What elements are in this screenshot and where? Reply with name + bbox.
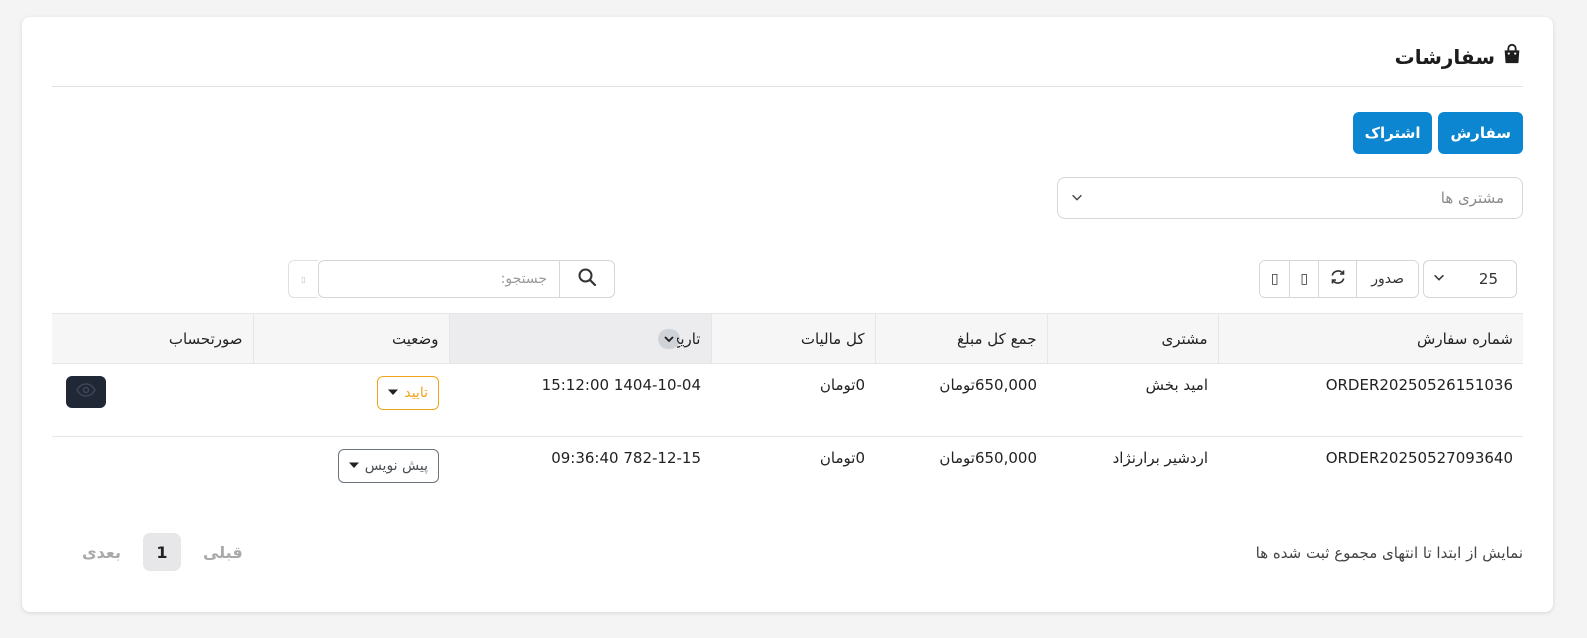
column-toggle-button[interactable]: ▯ <box>1289 261 1319 297</box>
table-actions-group: صدور ▯ ▯ <box>1259 260 1419 298</box>
table-info-text: نمایش از ابتدا تا انتهای مجموع ثبت شده ه… <box>1255 544 1523 562</box>
page-size-value: 25 <box>1478 270 1498 288</box>
print-button[interactable]: ▯ <box>1260 261 1290 297</box>
page-title-text: سفارشات <box>1394 44 1495 69</box>
order-number-cell: ORDER20250527093640 <box>1325 449 1513 467</box>
invoice-cell <box>52 437 253 510</box>
table-toolbar: 25 صدور ▯ ▯ <box>1259 260 1517 298</box>
search-extra-button[interactable]: ▯ <box>288 260 318 298</box>
column-header-total-tax[interactable]: کل مالیات <box>710 313 875 364</box>
shopping-bag-icon <box>1501 43 1523 70</box>
refresh-button[interactable] <box>1318 261 1357 297</box>
status-label: پیش نویس <box>364 458 428 474</box>
eye-icon <box>76 383 96 401</box>
column-header-customer[interactable]: مشتری <box>1046 313 1218 364</box>
status-dropdown-button[interactable]: تایید <box>377 376 439 410</box>
placeholder-glyph-icon: ▯ <box>301 274 306 284</box>
customer-filter-placeholder: مشتری ها <box>1440 189 1504 207</box>
column-header-status[interactable]: وضعیت <box>252 313 449 364</box>
column-header-order-number[interactable]: شماره سفارش <box>1217 313 1523 364</box>
view-invoice-button[interactable] <box>66 376 106 408</box>
customer-filter-select[interactable]: مشتری ها <box>1057 177 1523 219</box>
table-search: ▯ <box>288 260 615 298</box>
prev-page-button[interactable]: قبلی <box>203 543 243 562</box>
date-cell: 1404-10-04 15:12:00 <box>449 363 711 437</box>
total-tax-cell: 0تومان <box>819 449 865 467</box>
column-header-date[interactable]: تاریخ <box>448 313 711 364</box>
invoice-cell <box>52 363 253 437</box>
placeholder-glyph-icon: ▯ <box>1300 271 1309 287</box>
orders-table: شماره سفارش مشتری جمع کل مبلغ کل مالیات … <box>52 313 1523 510</box>
total-amount-cell: 650,000تومان <box>875 363 1047 437</box>
chevron-down-icon <box>1070 189 1084 208</box>
search-input[interactable] <box>318 260 559 298</box>
refresh-icon <box>1330 269 1346 289</box>
caret-down-icon <box>388 385 399 401</box>
subscription-tab-button[interactable]: اشتراک <box>1352 112 1433 154</box>
search-icon <box>577 267 597 291</box>
status-cell: پیش نویس <box>253 437 449 510</box>
page-title: سفارشات <box>1395 43 1523 70</box>
next-page-button[interactable]: بعدی <box>82 543 121 562</box>
status-label: تایید <box>404 385 428 401</box>
column-header-date-label: تاریخ <box>677 329 701 348</box>
total-tax-cell: 0تومان <box>711 363 875 437</box>
placeholder-glyph-icon: ▯ <box>1270 271 1279 287</box>
caret-down-icon <box>348 458 359 474</box>
customer-cell: امید بخش <box>1047 363 1218 437</box>
column-header-invoice[interactable]: صورتحساب <box>52 313 253 364</box>
page-size-select[interactable]: 25 <box>1423 260 1517 298</box>
header-divider <box>52 86 1523 87</box>
status-dropdown-button[interactable]: پیش نویس <box>337 449 439 483</box>
search-button[interactable] <box>559 260 615 298</box>
table-row: ORDER20250526151036 امید بخش 650,000توما… <box>52 363 1523 437</box>
column-header-total-amount[interactable]: جمع کل مبلغ <box>874 313 1047 364</box>
orders-card: سفارشات سفارش اشتراک مشتری ها 25 صدور ▯ <box>22 17 1553 612</box>
date-cell: 782-12-15 09:36:40 <box>551 449 701 467</box>
pagination: قبلی 1 بعدی <box>82 533 243 571</box>
export-button[interactable]: صدور <box>1356 261 1418 297</box>
orders-tab-button[interactable]: سفارش <box>1438 112 1523 154</box>
order-type-tabs: سفارش اشتراک <box>1352 112 1523 154</box>
customer-cell: اردشیر برارنژاد <box>1112 449 1208 467</box>
table-header-row: شماره سفارش مشتری جمع کل مبلغ کل مالیات … <box>52 313 1523 364</box>
total-amount-cell: 650,000تومان <box>939 449 1037 467</box>
status-cell: تایید <box>253 363 449 437</box>
table-row: ORDER20250527093640 اردشیر برارنژاد 650,… <box>52 437 1523 510</box>
chevron-down-icon <box>1432 270 1446 288</box>
current-page-button[interactable]: 1 <box>142 533 181 571</box>
order-number-cell: ORDER20250526151036 <box>1218 363 1523 437</box>
